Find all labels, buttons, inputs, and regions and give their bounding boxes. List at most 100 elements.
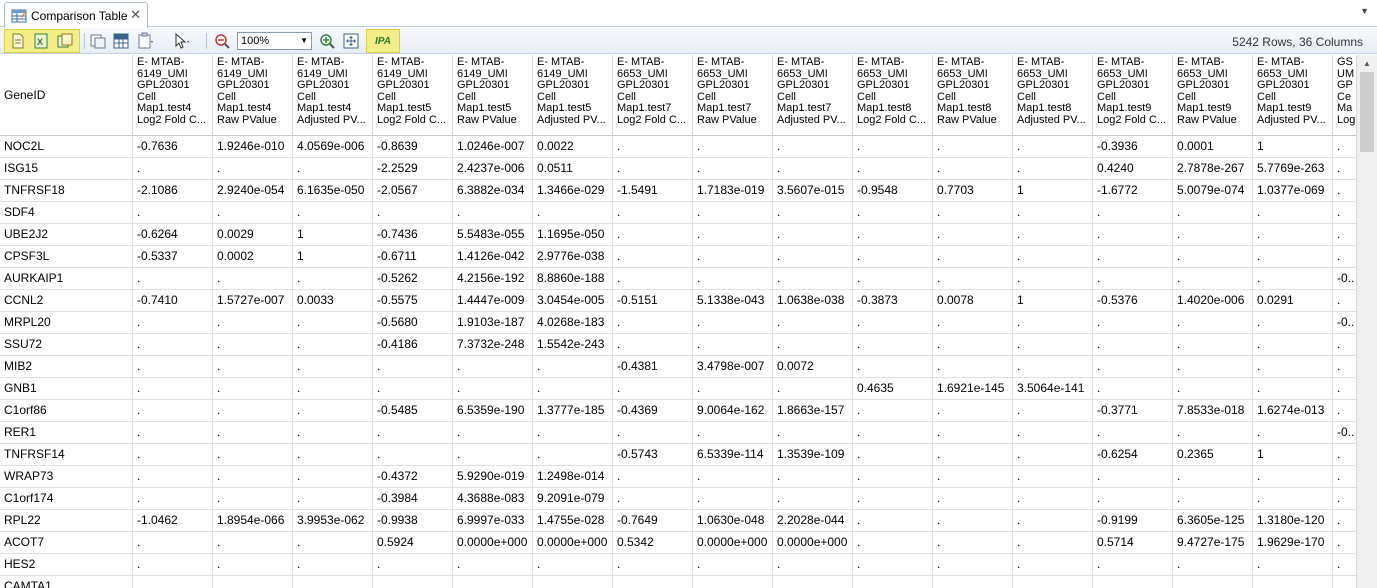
table-cell[interactable]: . bbox=[853, 136, 933, 158]
table-cell[interactable]: . bbox=[693, 488, 773, 510]
table-cell[interactable]: . bbox=[933, 202, 1013, 224]
table-cell[interactable]: . bbox=[693, 224, 773, 246]
table-cell[interactable]: . bbox=[933, 466, 1013, 488]
column-header[interactable]: E- MTAB- 6149_UMI GPL20301 Cell Map1.tes… bbox=[533, 55, 613, 136]
table-cell[interactable]: . bbox=[1333, 400, 1356, 422]
table-cell[interactable]: -0.3771 bbox=[1093, 400, 1173, 422]
table-cell[interactable]: . bbox=[1253, 378, 1333, 400]
table-cell[interactable]: . bbox=[1093, 312, 1173, 334]
table-cell[interactable]: 1.4020e-006 bbox=[1173, 290, 1253, 312]
table-cell[interactable]: . bbox=[1013, 246, 1093, 268]
table-cell[interactable]: 6.3605e-125 bbox=[1173, 510, 1253, 532]
gene-id-cell[interactable]: ACOT7 bbox=[0, 532, 133, 554]
table-cell[interactable]: -0.4381 bbox=[613, 356, 693, 378]
table-cell[interactable]: . bbox=[1013, 554, 1093, 576]
table-cell[interactable]: 0.0000e+000 bbox=[533, 532, 613, 554]
table-cell[interactable] bbox=[693, 576, 773, 588]
gene-id-cell[interactable]: SDF4 bbox=[0, 202, 133, 224]
gene-id-cell[interactable]: TNFRSF18 bbox=[0, 180, 133, 202]
table-cell[interactable]: . bbox=[1253, 488, 1333, 510]
table-cell[interactable]: . bbox=[373, 444, 453, 466]
table-cell[interactable]: . bbox=[373, 378, 453, 400]
table-cell[interactable]: 2.2028e-044 bbox=[773, 510, 853, 532]
table-cell[interactable]: 0.0291 bbox=[1253, 290, 1333, 312]
table-row[interactable]: CCNL2 -0.7410 1.5727e-007 0.0033 -0.5575 1.44… bbox=[0, 290, 1356, 312]
table-cell[interactable]: . bbox=[213, 554, 293, 576]
table-row[interactable]: SSU72... -0.4186 7.3732e-248 1.5542e-243...… bbox=[0, 334, 1356, 356]
table-cell[interactable]: . bbox=[1173, 246, 1253, 268]
table-cell[interactable]: . bbox=[773, 202, 853, 224]
table-cell[interactable]: 6.5359e-190 bbox=[453, 400, 533, 422]
table-cell[interactable]: -0.9548 bbox=[853, 180, 933, 202]
table-cell[interactable]: . bbox=[1013, 444, 1093, 466]
table-cell[interactable]: . bbox=[933, 444, 1013, 466]
table-cell[interactable]: . bbox=[1333, 202, 1356, 224]
table-cell[interactable]: . bbox=[1013, 466, 1093, 488]
table-cell[interactable]: . bbox=[853, 158, 933, 180]
table-cell[interactable]: . bbox=[293, 378, 373, 400]
table-cell[interactable]: 4.0569e-006 bbox=[293, 136, 373, 158]
table-cell[interactable]: . bbox=[1093, 554, 1173, 576]
table-cell[interactable]: . bbox=[293, 202, 373, 224]
table-cell[interactable]: . bbox=[853, 202, 933, 224]
table-row[interactable]: AURKAIP1... -0.5262 4.2156e-192 8.8860e-188… bbox=[0, 268, 1356, 290]
table-cell[interactable]: 1 bbox=[1013, 290, 1093, 312]
table-cell[interactable]: . bbox=[773, 488, 853, 510]
table-cell[interactable]: . bbox=[1093, 422, 1173, 444]
table-cell[interactable]: . bbox=[693, 466, 773, 488]
table-cell[interactable]: . bbox=[293, 334, 373, 356]
table-cell[interactable]: . bbox=[1093, 378, 1173, 400]
table-cell[interactable] bbox=[1173, 576, 1253, 588]
table-cell[interactable]: . bbox=[1173, 224, 1253, 246]
table-cell[interactable]: -0.5485 bbox=[373, 400, 453, 422]
table-cell[interactable]: 9.0064e-162 bbox=[693, 400, 773, 422]
table-cell[interactable]: 9.4727e-175 bbox=[1173, 532, 1253, 554]
table-cell[interactable]: . bbox=[853, 246, 933, 268]
gene-id-cell[interactable]: C1orf86 bbox=[0, 400, 133, 422]
table-cell[interactable]: . bbox=[1093, 334, 1173, 356]
export-document-icon[interactable] bbox=[9, 32, 27, 50]
table-cell[interactable]: . bbox=[1333, 554, 1356, 576]
gene-id-cell[interactable]: TNFRSF14 bbox=[0, 444, 133, 466]
table-cell[interactable]: -0.3984 bbox=[373, 488, 453, 510]
table-cell[interactable]: . bbox=[293, 554, 373, 576]
table-cell[interactable]: . bbox=[613, 312, 693, 334]
table-cell[interactable]: -1.0462 bbox=[133, 510, 213, 532]
table-cell[interactable]: . bbox=[773, 268, 853, 290]
table-row[interactable]: MIB2...... -0.4381 3.4798e-007 0.0072......… bbox=[0, 356, 1356, 378]
table-cell[interactable]: 1.3777e-185 bbox=[533, 400, 613, 422]
table-cell[interactable]: 8.8860e-188 bbox=[533, 268, 613, 290]
column-header[interactable]: E- MTAB- 6653_UMI GPL20301 Cell Map1.tes… bbox=[1093, 55, 1173, 136]
table-cell[interactable]: 4.2156e-192 bbox=[453, 268, 533, 290]
table-cell[interactable]: . bbox=[1333, 378, 1356, 400]
table-cell[interactable]: . bbox=[1173, 422, 1253, 444]
table-cell[interactable]: . bbox=[773, 334, 853, 356]
table-cell[interactable]: . bbox=[293, 488, 373, 510]
table-cell[interactable]: . bbox=[133, 378, 213, 400]
table-cell[interactable]: . bbox=[933, 312, 1013, 334]
table-cell[interactable]: . bbox=[533, 202, 613, 224]
table-cell[interactable]: . bbox=[1253, 224, 1333, 246]
column-header[interactable]: E- MTAB- 6653_UMI GPL20301 Cell Map1.tes… bbox=[853, 55, 933, 136]
table-cell[interactable]: 0.0000e+000 bbox=[693, 532, 773, 554]
table-cell[interactable]: . bbox=[1013, 202, 1093, 224]
table-cell[interactable]: . bbox=[1253, 422, 1333, 444]
table-cell[interactable]: . bbox=[133, 400, 213, 422]
table-cell[interactable]: . bbox=[1093, 202, 1173, 224]
table-cell[interactable]: . bbox=[613, 334, 693, 356]
table-cell[interactable]: 1.0638e-038 bbox=[773, 290, 853, 312]
table-cell[interactable]: 1.0630e-048 bbox=[693, 510, 773, 532]
table-cell[interactable]: . bbox=[933, 136, 1013, 158]
table-cell[interactable]: . bbox=[1013, 224, 1093, 246]
table-cell[interactable]: 1 bbox=[1253, 136, 1333, 158]
column-header[interactable]: E- MTAB- 6653_UMI GPL20301 Cell Map1.tes… bbox=[1253, 55, 1333, 136]
table-row[interactable]: RER1............... -0.. bbox=[0, 422, 1356, 444]
table-cell[interactable]: . bbox=[1093, 466, 1173, 488]
table-cell[interactable]: . bbox=[213, 334, 293, 356]
table-cell[interactable]: . bbox=[293, 422, 373, 444]
table-cell[interactable]: . bbox=[453, 356, 533, 378]
table-cell[interactable] bbox=[293, 576, 373, 588]
table-cell[interactable]: . bbox=[613, 378, 693, 400]
table-row[interactable]: GNB1......... 0.4635 1.6921e-145 3.5064e-14… bbox=[0, 378, 1356, 400]
fit-to-window-icon[interactable] bbox=[342, 32, 360, 50]
